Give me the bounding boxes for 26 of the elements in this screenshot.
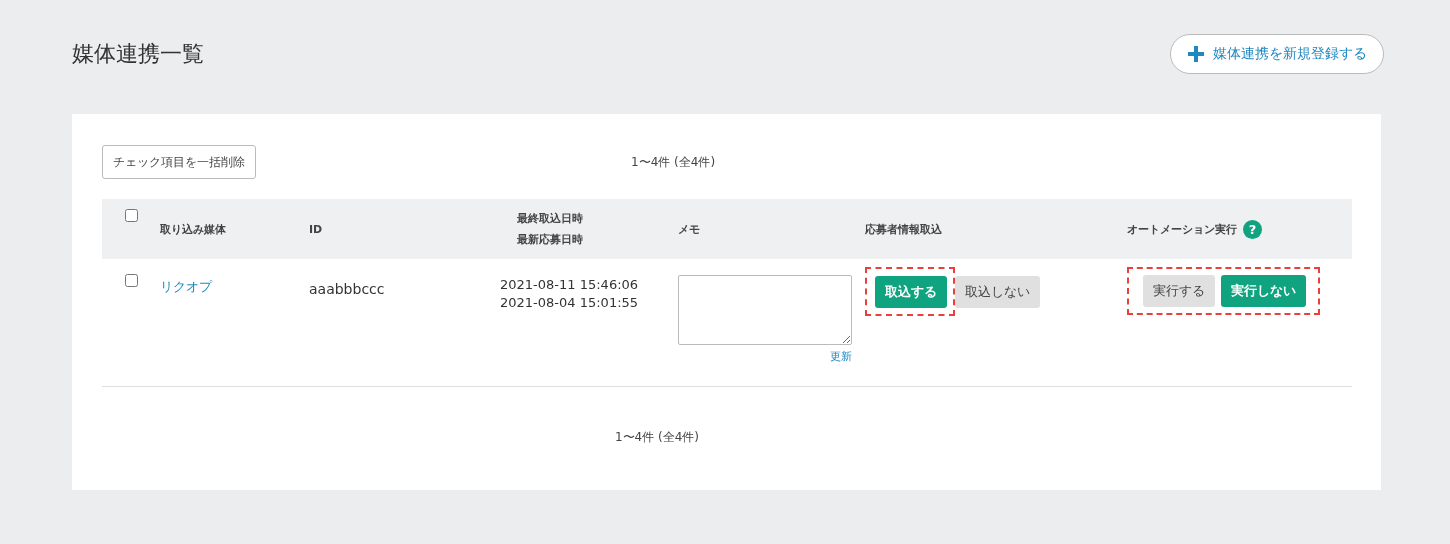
table-cell: aaabbbccc [309,281,385,297]
column-header: 最新応募日時 [517,232,583,248]
column-header: ID [309,221,323,238]
select-all-checkbox[interactable] [124,209,138,222]
column-header: メモ [678,221,700,238]
update-link[interactable]: 更新 [830,349,852,364]
column-header: オートメーション実行 [1127,221,1237,238]
memo-field[interactable] [678,275,852,345]
result-count: 1〜4件 (全4件) [614,429,700,446]
result-count: 1〜4件 (全4件) [631,153,716,171]
help-icon[interactable]: ? [1243,219,1262,239]
column-header: 最終取込日時 [517,211,583,227]
plus-icon [1187,45,1205,63]
table-cell-text: 2021-08-04 15:01:55 [500,295,640,310]
automation-option-button[interactable]: 実行する [1143,275,1215,307]
import-option-button[interactable]: 取込しない [955,276,1040,308]
column-header: 応募者情報取込 [865,221,942,238]
automation-option-button[interactable]: 実行しない [1221,275,1306,307]
row-checkbox[interactable] [124,274,138,287]
table-cell-text: 2021-08-11 15:46:06 [500,277,640,292]
new-registration-button[interactable]: 媒体連携を新規登録する [1170,34,1384,74]
bulk-delete-button[interactable]: チェック項目を一括削除 [102,145,256,179]
import-option-button[interactable]: 取込する [875,276,947,308]
column-header: 取り込み媒体 [160,221,226,238]
media-link[interactable]: リクオプ [160,278,212,296]
page-title: 媒体連携一覧 [72,40,204,68]
